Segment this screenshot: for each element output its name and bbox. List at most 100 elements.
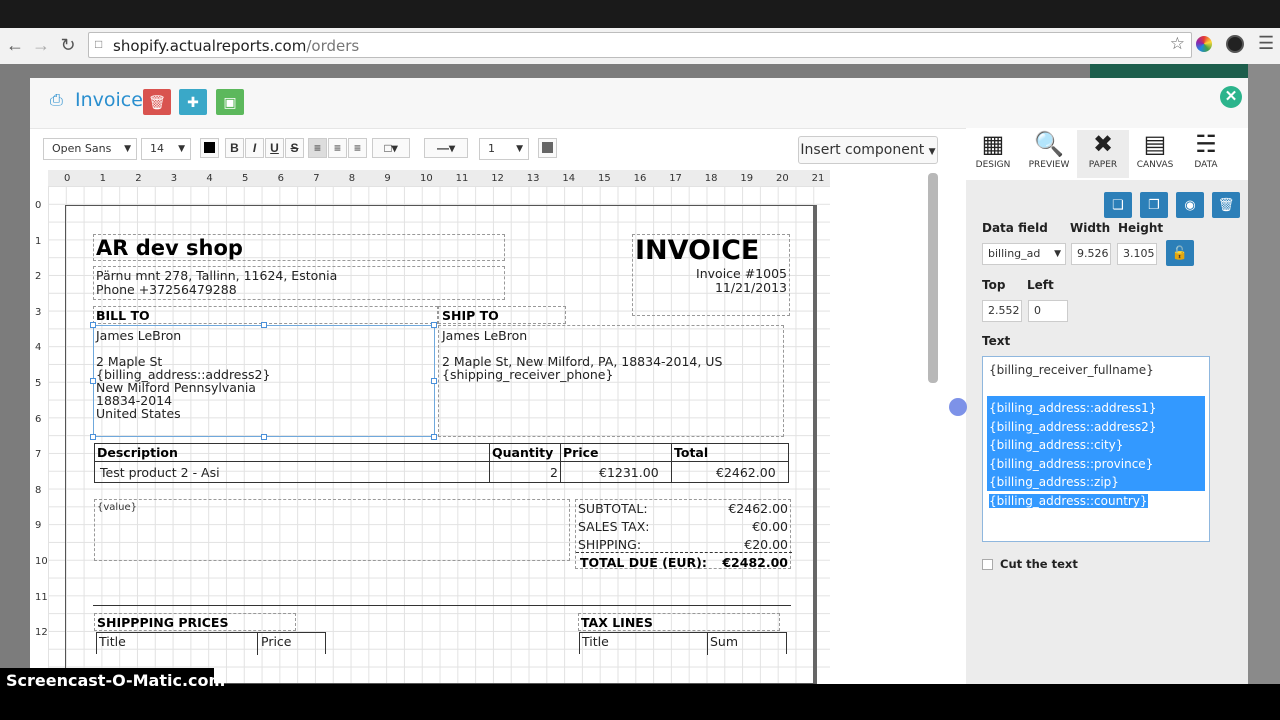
shipping-prices-table[interactable]: Title Price (96, 632, 326, 655)
trash-icon: 🗑 (1217, 197, 1235, 212)
save-template-button[interactable]: ▣ (216, 89, 244, 115)
chevron-down-icon: ▼ (516, 144, 523, 154)
resize-handle[interactable] (90, 378, 96, 384)
text-color-button[interactable] (200, 138, 219, 158)
align-right-button[interactable]: ≡ (348, 138, 367, 158)
delete-template-button[interactable]: 🗑 (143, 89, 171, 115)
reload-icon[interactable]: ↻ (57, 34, 79, 56)
top-input[interactable]: 2.552 (982, 300, 1022, 322)
tab-preview[interactable]: 🔍 PREVIEW (1023, 130, 1075, 178)
ruler-left-number: 7 (35, 449, 42, 461)
align-left-icon: ≡ (313, 141, 321, 155)
shop-address-box[interactable]: Pärnu mnt 278, Tallinn, 11624, Estonia P… (93, 266, 505, 300)
invoice-header-box[interactable]: INVOICE Invoice #1005 11/21/2013 (632, 234, 790, 316)
bold-button[interactable]: B (225, 138, 244, 158)
tab-data[interactable]: ☵ DATA (1180, 130, 1232, 178)
font-size-value: 14 (150, 142, 164, 155)
bookmark-star-icon[interactable]: ☆ (1170, 34, 1185, 54)
bill-to-address-box[interactable]: James LeBron 2 Maple St {billing_address… (93, 325, 435, 437)
align-center-button[interactable]: ≡ (328, 138, 347, 158)
shipping-prices-header[interactable]: SHIPPPING PRICES (94, 613, 296, 631)
extension-dark-icon[interactable] (1226, 35, 1244, 53)
ruler-top-number: 11 (455, 173, 469, 184)
invoice-date: 11/21/2013 (714, 280, 787, 295)
text-line-selected: {billing_address::zip} (989, 475, 1119, 489)
text-template-textarea[interactable]: {billing_receiver_fullname} {billing_add… (982, 356, 1210, 542)
tax-lines-table[interactable]: Title Sum (579, 632, 787, 655)
menu-icon[interactable]: ☰ (1258, 33, 1274, 54)
table-header-quantity: Quantity (492, 445, 554, 460)
tab-canvas[interactable]: ▤ CANVAS (1129, 130, 1181, 178)
cut-text-checkbox[interactable] (982, 559, 993, 570)
items-table[interactable]: Description Quantity Price Total Test pr… (94, 443, 789, 483)
delete-element-button[interactable]: 🗑 (1212, 192, 1240, 218)
address-bar[interactable]: □ shopify.actualreports.com/orders ☆ (88, 32, 1192, 58)
totals-box[interactable]: SUBTOTAL: €2462.00 SALES TAX: €0.00 SHIP… (575, 499, 792, 570)
line-style-icon: —▾ (436, 141, 456, 155)
resize-handle[interactable] (261, 322, 267, 328)
ruler-left-number: 0 (35, 200, 42, 211)
insert-component-label: Insert component (800, 142, 925, 158)
resize-handle[interactable] (90, 434, 96, 440)
font-size-select[interactable]: 14 ▼ (141, 138, 191, 160)
tab-design[interactable]: ▦ DESIGN (967, 130, 1019, 178)
ship-to-header[interactable]: SHIP TO (438, 306, 566, 324)
lock-ratio-button[interactable]: 🔓 (1166, 240, 1194, 266)
ruler-left-number: 11 (35, 591, 48, 603)
add-template-button[interactable]: ✚ (179, 89, 207, 115)
width-input[interactable]: 9.526 (1071, 243, 1111, 265)
bring-forward-icon: ❏ (1112, 197, 1124, 212)
duplicate-button[interactable]: ◉ (1176, 192, 1204, 218)
chevron-down-icon: ▼ (1054, 249, 1061, 259)
shop-name-box[interactable]: AR dev shop (93, 234, 505, 261)
save-icon: ▣ (223, 94, 237, 110)
tax-lines-header[interactable]: TAX LINES (578, 613, 780, 631)
cut-text-label: Cut the text (1000, 557, 1078, 571)
data-field-select[interactable]: billing_ad ▼ (982, 243, 1066, 265)
shop-name: AR dev shop (96, 236, 243, 260)
border-icon: □▾ (384, 141, 398, 155)
data-field-label: Data field (982, 221, 1048, 235)
resize-handle[interactable] (431, 434, 437, 440)
height-input[interactable]: 3.105 (1117, 243, 1157, 265)
underline-button[interactable]: U (265, 138, 284, 158)
ruler-left-number: 2 (35, 271, 42, 283)
strikethrough-button[interactable]: S (285, 138, 304, 158)
forward-icon[interactable]: → (30, 34, 52, 56)
align-left-button[interactable]: ≡ (308, 138, 327, 158)
line-style-select[interactable]: —▾ (424, 138, 468, 158)
bring-forward-button[interactable]: ❏ (1104, 192, 1132, 218)
tax-lines-col-sum: Sum (710, 634, 739, 649)
notes-placeholder: {value} (97, 502, 138, 513)
watermark: Screencast-O-Matic.com (6, 671, 226, 690)
resize-handle[interactable] (90, 322, 96, 328)
table-divider (671, 444, 672, 482)
table-divider (95, 461, 788, 462)
ruler-left-number: 10 (35, 556, 48, 567)
modal-header: ⎙ Invoice 🗑 ✚ ▣ ✕ (30, 78, 1248, 129)
border-select[interactable]: □▾ (372, 138, 410, 158)
font-family-select[interactable]: Open Sans ▼ (43, 138, 137, 160)
canvas-scrollbar[interactable] (928, 173, 938, 383)
notes-box[interactable]: {value} (94, 499, 570, 561)
resize-handle[interactable] (431, 322, 437, 328)
insert-component-button[interactable]: Insert component ▼ (798, 136, 938, 164)
left-input[interactable]: 0 (1028, 300, 1068, 322)
tab-label: PAPER (1088, 160, 1118, 170)
fill-swatch-icon (542, 142, 553, 153)
close-modal-button[interactable]: ✕ (1220, 86, 1242, 108)
bill-to-label: BILL TO (96, 308, 150, 323)
line-width-select[interactable]: 1 ▼ (479, 138, 529, 160)
italic-button[interactable]: I (245, 138, 264, 158)
back-icon[interactable]: ← (4, 34, 26, 56)
tab-paper[interactable]: ✖ PAPER (1077, 130, 1129, 178)
resize-handle[interactable] (261, 434, 267, 440)
send-backward-button[interactable]: ❐ (1140, 192, 1168, 218)
extension-color-icon[interactable] (1196, 36, 1212, 52)
fill-color-button[interactable] (538, 138, 557, 158)
ship-to-address-box[interactable]: James LeBron 2 Maple St, New Milford, PA… (438, 325, 784, 437)
ruler-left-number: 8 (35, 484, 42, 496)
font-family-value: Open Sans (52, 142, 112, 155)
resize-handle[interactable] (431, 378, 437, 384)
url-text: shopify.actualreports.com/orders (113, 37, 359, 55)
